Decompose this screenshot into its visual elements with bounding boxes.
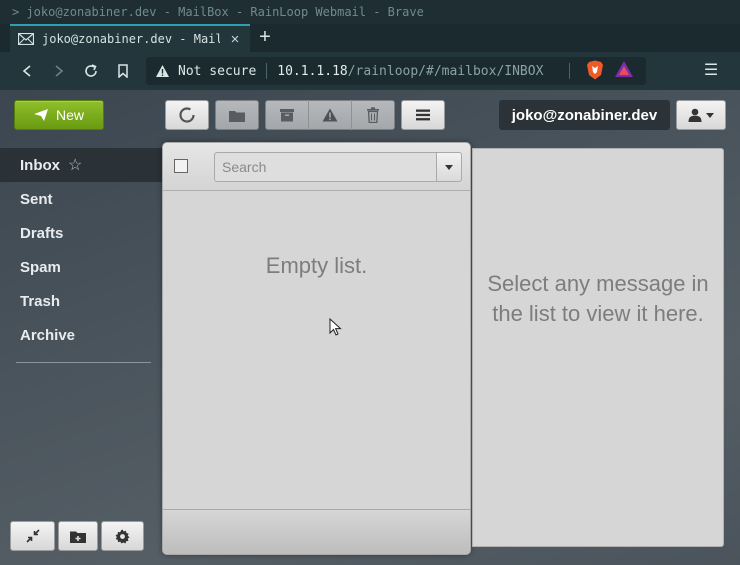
rainloop-favicon-icon bbox=[18, 32, 34, 46]
more-menu-button[interactable] bbox=[401, 100, 445, 130]
compress-arrows-icon bbox=[25, 529, 40, 543]
brave-shields-icon[interactable] bbox=[586, 60, 604, 85]
empty-list-message: Empty list. bbox=[265, 253, 368, 278]
mouse-cursor-icon bbox=[329, 317, 343, 343]
compose-new-label: New bbox=[55, 107, 84, 123]
new-tab-button[interactable]: + bbox=[254, 27, 276, 49]
delete-button[interactable] bbox=[351, 100, 395, 130]
forward-arrow-icon bbox=[55, 65, 64, 77]
preview-placeholder: Select any message in the list to view i… bbox=[487, 271, 709, 326]
folder-label: Spam bbox=[20, 258, 61, 276]
browser-toolbar: Not secure 10.1.1.18/rainloop/#/mailbox/… bbox=[0, 52, 740, 90]
brave-extension-icons bbox=[586, 60, 634, 85]
archive-box-icon bbox=[280, 109, 294, 122]
tab-title: joko@zonabiner.dev - MailBox bbox=[42, 32, 220, 46]
folder-label: Archive bbox=[20, 326, 76, 344]
back-button[interactable] bbox=[16, 60, 38, 82]
star-icon[interactable]: ☆ bbox=[68, 155, 82, 175]
url-path: /rainloop/#/mailbox/INBOX bbox=[347, 63, 544, 79]
message-list-footer bbox=[163, 509, 470, 554]
folder-label: Inbox bbox=[20, 156, 60, 174]
refresh-button[interactable] bbox=[165, 100, 209, 130]
folder-item-archive[interactable]: Archive bbox=[0, 318, 162, 352]
search-options-button[interactable] bbox=[436, 152, 462, 182]
folder-label: Trash bbox=[20, 292, 61, 310]
url-divider-right bbox=[569, 63, 571, 79]
folder-icon bbox=[229, 110, 245, 122]
settings-button[interactable] bbox=[101, 521, 144, 551]
window-title: > joko@zonabiner.dev - MailBox - RainLoo… bbox=[0, 0, 740, 24]
paper-plane-icon bbox=[33, 109, 48, 121]
folder-label: Drafts bbox=[20, 224, 64, 242]
tab-strip: joko@zonabiner.dev - MailBox × + bbox=[0, 24, 740, 52]
compose-new-button[interactable]: New bbox=[14, 100, 104, 130]
back-arrow-icon bbox=[22, 65, 31, 77]
forward-button[interactable] bbox=[48, 60, 70, 82]
url-divider bbox=[266, 63, 268, 79]
trash-icon bbox=[367, 107, 379, 123]
account-email: joko@zonabiner.dev bbox=[499, 100, 670, 130]
folder-item-inbox[interactable]: Inbox ☆ bbox=[0, 148, 162, 182]
message-list-header bbox=[163, 143, 470, 191]
url-text[interactable]: 10.1.1.18/rainloop/#/mailbox/INBOX bbox=[277, 64, 543, 79]
archive-button[interactable] bbox=[265, 100, 309, 130]
message-list-panel: Empty list. bbox=[162, 142, 471, 555]
refresh-spinner-icon bbox=[179, 107, 195, 123]
folder-label: Sent bbox=[20, 190, 53, 208]
folder-plus-icon bbox=[70, 531, 86, 543]
browser-tab-active[interactable]: joko@zonabiner.dev - MailBox × bbox=[10, 24, 250, 52]
folder-item-drafts[interactable]: Drafts bbox=[0, 216, 162, 250]
reload-icon bbox=[85, 64, 97, 77]
url-host: 10.1.1.18 bbox=[277, 63, 348, 79]
spam-button[interactable] bbox=[308, 100, 352, 130]
sidebar-bottom-toolbar bbox=[10, 521, 147, 551]
user-icon bbox=[688, 108, 702, 122]
reload-button[interactable] bbox=[80, 60, 102, 82]
move-to-folder-button[interactable] bbox=[215, 100, 259, 130]
brave-rewards-icon[interactable] bbox=[614, 60, 634, 85]
security-status[interactable]: Not secure bbox=[178, 64, 256, 79]
warning-triangle-icon bbox=[322, 108, 338, 122]
warning-icon[interactable] bbox=[154, 63, 170, 79]
browser-menu-icon[interactable]: ☰ bbox=[700, 60, 722, 82]
caret-down-icon bbox=[445, 164, 453, 170]
search-box bbox=[214, 152, 462, 182]
bookmark-button[interactable] bbox=[112, 60, 134, 82]
collapse-sidebar-button[interactable] bbox=[10, 521, 55, 551]
tab-close-icon[interactable]: × bbox=[228, 31, 242, 48]
gear-icon bbox=[115, 528, 130, 544]
folder-divider bbox=[16, 362, 151, 363]
folder-item-trash[interactable]: Trash bbox=[0, 284, 162, 318]
message-preview-pane: Select any message in the list to view i… bbox=[472, 148, 724, 547]
bookmark-icon bbox=[118, 64, 128, 78]
select-all-checkbox[interactable] bbox=[174, 159, 188, 173]
address-bar[interactable]: Not secure 10.1.1.18/rainloop/#/mailbox/… bbox=[146, 57, 646, 85]
rainloop-app: New joko@zonabiner.dev Inbox ☆ Sent Draf… bbox=[0, 90, 740, 565]
hamburger-icon bbox=[416, 109, 430, 121]
account-menu-button[interactable] bbox=[676, 100, 726, 130]
folder-item-sent[interactable]: Sent bbox=[0, 182, 162, 216]
folder-list: Inbox ☆ Sent Drafts Spam Trash Archive bbox=[0, 148, 162, 352]
folder-item-spam[interactable]: Spam bbox=[0, 250, 162, 284]
caret-down-icon bbox=[706, 112, 714, 118]
search-input[interactable] bbox=[214, 152, 436, 182]
add-folder-button[interactable] bbox=[58, 521, 98, 551]
